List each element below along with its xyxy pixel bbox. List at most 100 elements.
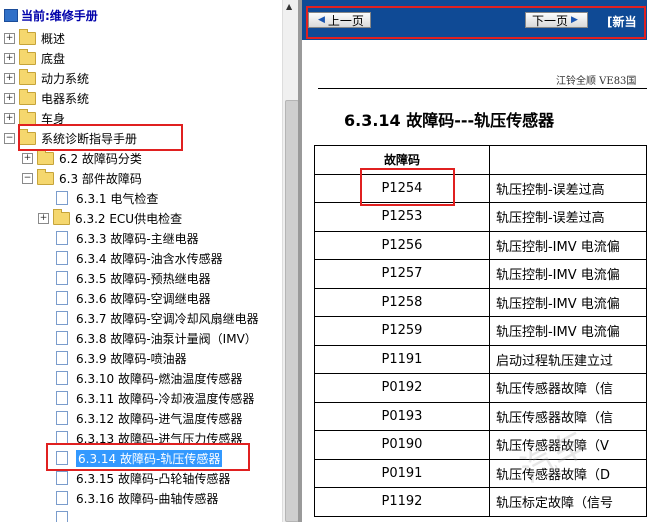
fault-desc-cell: 轨压控制-IMV 电流偏 (488, 287, 647, 317)
document-icon (56, 411, 68, 425)
tree-node-label: 6.3.8 故障码-油泵计量阀（IMV） (76, 331, 257, 346)
expand-icon[interactable]: + (4, 112, 15, 124)
table-row: P1192 轨压标定故障（信号 (314, 487, 647, 517)
document-icon (56, 351, 68, 365)
document-icon (56, 371, 68, 385)
tree-node-6-3-7[interactable]: 6.3.7 故障码-空调冷却风扇继电器 (56, 308, 259, 328)
highlight-box (46, 443, 250, 471)
column-header-desc (488, 145, 647, 175)
tree-node-label: 6.3.2 ECU供电检查 (75, 211, 183, 226)
tree-pane: 当前:维修手册 + 概述 + 底盘 + 动力系统 + 电器系统 + 车身 − 系… (0, 0, 282, 522)
folder-open-icon (37, 168, 54, 185)
tree-node-6-3-6[interactable]: 6.3.6 故障码-空调继电器 (56, 288, 211, 308)
tree-node-label: 6.3.6 故障码-空调继电器 (76, 291, 211, 306)
tree-node-6-3-15[interactable]: 6.3.15 故障码-凸轮轴传感器 (56, 468, 230, 488)
tree-node-label: 6.3.10 故障码-燃油温度传感器 (76, 371, 243, 386)
tree-node-6-3-2[interactable]: + 6.3.2 ECU供电检查 (38, 208, 182, 228)
fault-code-cell: P1253 (314, 202, 490, 232)
table-row: P1258 轨压控制-IMV 电流偏 (314, 287, 647, 317)
fault-desc-cell: 轨压传感器故障（V (488, 430, 647, 460)
folder-icon (37, 148, 54, 165)
document-icon (56, 191, 68, 205)
tree-node-label: 动力系统 (41, 71, 90, 86)
expand-icon[interactable]: + (4, 72, 15, 84)
tree-node-next[interactable] (56, 508, 76, 522)
tree-header: 当前:维修手册 (4, 6, 98, 24)
table-row: P1257 轨压控制-IMV 电流偏 (314, 259, 647, 289)
expand-icon[interactable]: + (38, 212, 49, 224)
fault-code-cell: P0192 (314, 373, 490, 403)
tree-node-6-3-5[interactable]: 6.3.5 故障码-预热继电器 (56, 268, 211, 288)
collapse-icon[interactable]: − (22, 172, 33, 184)
folder-icon (19, 108, 36, 125)
tree-node-6-3-9[interactable]: 6.3.9 故障码-喷油器 (56, 348, 187, 368)
highlight-box (360, 168, 455, 206)
document-icon (56, 291, 68, 305)
fault-code-cell: P0193 (314, 401, 490, 431)
tree-node-label: 6.3.1 电气检查 (76, 191, 159, 206)
tree-node-label: 6.2 故障码分类 (59, 151, 142, 166)
table-row: P0193 轨压传感器故障（信 (314, 401, 647, 431)
fault-desc-cell: 轨压控制-IMV 电流偏 (488, 259, 647, 289)
folder-icon (19, 88, 36, 105)
tree-node-6-3-8[interactable]: 6.3.8 故障码-油泵计量阀（IMV） (56, 328, 257, 348)
fault-code-cell: P0191 (314, 458, 490, 488)
folder-icon (53, 208, 70, 225)
section-title: 6.3.14 故障码---轨压传感器 (344, 111, 555, 130)
tree-node-label: 6.3.9 故障码-喷油器 (76, 351, 187, 366)
table-row: P1253 轨压控制-误差过高 (314, 202, 647, 232)
tree-node-label: 电器系统 (41, 91, 90, 106)
fault-code-cell: P1257 (314, 259, 490, 289)
tree-node-6-3-16[interactable]: 6.3.16 故障码-曲轴传感器 (56, 488, 218, 508)
fault-code-cell: P1259 (314, 316, 490, 346)
tree-node-label: 6.3 部件故障码 (59, 171, 142, 186)
tree-node-label: 6.3.16 故障码-曲轴传感器 (76, 491, 219, 506)
fault-code-cell: P1192 (314, 487, 490, 517)
tree-node-6-2[interactable]: + 6.2 故障码分类 (22, 148, 142, 168)
document-icon (56, 251, 68, 265)
tree-node-powertrain[interactable]: + 动力系统 (4, 68, 89, 88)
tree-node-electrical[interactable]: + 电器系统 (4, 88, 89, 108)
fault-desc-cell: 轨压控制-IMV 电流偏 (488, 316, 647, 346)
tree-node-6-3-4[interactable]: 6.3.4 故障码-油含水传感器 (56, 248, 223, 268)
tree-node-label: 6.3.3 故障码-主继电器 (76, 231, 199, 246)
expand-icon[interactable]: + (4, 92, 15, 104)
document-icon (56, 491, 68, 505)
tree-node-overview[interactable]: + 概述 (4, 28, 65, 48)
tree-node-6-3-3[interactable]: 6.3.3 故障码-主继电器 (56, 228, 199, 248)
fault-code-cell: P0190 (314, 430, 490, 460)
tree-node-chassis[interactable]: + 底盘 (4, 48, 65, 68)
tree-node-6-3-11[interactable]: 6.3.11 故障码-冷却液温度传感器 (56, 388, 254, 408)
document-icon (56, 391, 68, 405)
fault-desc-cell: 轨压传感器故障（信 (488, 401, 647, 431)
folder-icon (19, 48, 36, 65)
collapse-icon[interactable]: − (4, 132, 15, 144)
table-row: P0190 轨压传感器故障（V (314, 430, 647, 460)
document-icon (56, 331, 68, 345)
tree-node-label: 底盘 (41, 51, 66, 66)
tree-scrollbar[interactable]: ▲ (282, 0, 299, 522)
book-icon (4, 8, 18, 22)
expand-icon[interactable]: + (22, 152, 33, 164)
document-icon (56, 511, 68, 522)
page-header-brand: 江铃全顺 VE83国 (556, 76, 637, 87)
tree-node-6-3-12[interactable]: 6.3.12 故障码-进气温度传感器 (56, 408, 242, 428)
tree-node-label: 6.3.4 故障码-油含水传感器 (76, 251, 223, 266)
fault-code-cell: P1256 (314, 230, 490, 260)
tree-header-label: 当前:维修手册 (21, 8, 98, 23)
highlight-box (306, 6, 646, 39)
fault-desc-cell: 轨压控制-IMV 电流偏 (488, 230, 647, 260)
document-icon (56, 231, 68, 245)
scrollbar-thumb[interactable] (285, 100, 299, 522)
tree-node-label: 概述 (41, 31, 66, 46)
tree-node-6-3-10[interactable]: 6.3.10 故障码-燃油温度传感器 (56, 368, 242, 388)
fault-desc-cell: 轨压标定故障（信号 (488, 487, 647, 517)
expand-icon[interactable]: + (4, 32, 15, 44)
fault-desc-cell: 轨压传感器故障（信 (488, 373, 647, 403)
fault-desc-cell: 轨压控制-误差过高 (488, 202, 647, 232)
table-row: P1256 轨压控制-IMV 电流偏 (314, 230, 647, 260)
expand-icon[interactable]: + (4, 52, 15, 64)
tree-node-6-3-1[interactable]: 6.3.1 电气检查 (56, 188, 158, 208)
tree-node-6-3[interactable]: − 6.3 部件故障码 (22, 168, 142, 188)
scroll-up-icon[interactable]: ▲ (286, 2, 292, 11)
